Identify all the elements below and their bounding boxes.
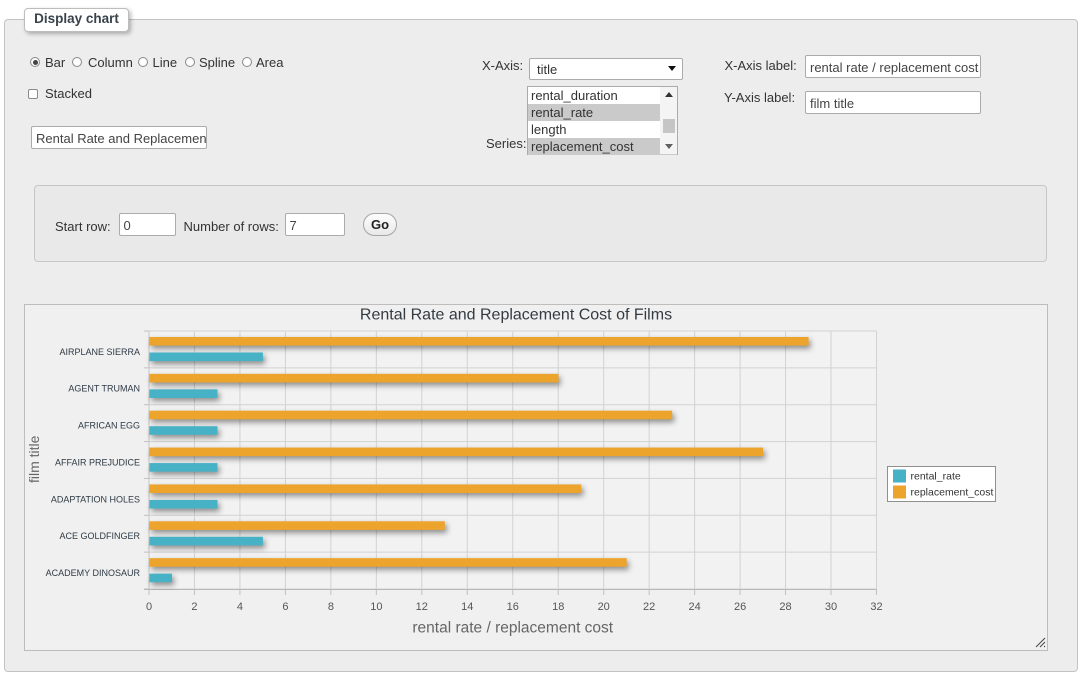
svg-text:Rental Rate and Replacement Co: Rental Rate and Replacement Cost of Film… [360, 307, 672, 324]
svg-text:0: 0 [146, 601, 152, 613]
svg-text:24: 24 [688, 601, 700, 613]
svg-text:10: 10 [370, 601, 382, 613]
svg-text:12: 12 [416, 601, 428, 613]
svg-text:AFRICAN EGG: AFRICAN EGG [78, 421, 140, 431]
svg-text:4: 4 [237, 601, 243, 613]
svg-text:rental_rate: rental_rate [911, 471, 961, 483]
svg-text:rental rate / replacement cost: rental rate / replacement cost [412, 620, 613, 637]
svg-text:14: 14 [461, 601, 473, 613]
svg-text:replacement_cost: replacement_cost [911, 487, 994, 499]
svg-text:28: 28 [779, 601, 791, 613]
svg-text:32: 32 [870, 601, 882, 613]
svg-text:2: 2 [191, 601, 197, 613]
svg-text:20: 20 [598, 601, 610, 613]
svg-text:AFFAIR PREJUDICE: AFFAIR PREJUDICE [55, 457, 140, 467]
svg-text:film title: film title [26, 435, 42, 483]
svg-text:30: 30 [825, 601, 837, 613]
svg-text:AGENT TRUMAN: AGENT TRUMAN [68, 384, 140, 394]
svg-text:ADAPTATION HOLES: ADAPTATION HOLES [51, 494, 140, 504]
svg-text:22: 22 [643, 601, 655, 613]
svg-text:26: 26 [734, 601, 746, 613]
svg-text:ACADEMY DINOSAUR: ACADEMY DINOSAUR [46, 568, 141, 578]
svg-text:18: 18 [552, 601, 564, 613]
svg-text:16: 16 [507, 601, 519, 613]
svg-text:8: 8 [328, 601, 334, 613]
svg-text:AIRPLANE SIERRA: AIRPLANE SIERRA [59, 347, 140, 357]
svg-text:ACE GOLDFINGER: ACE GOLDFINGER [59, 531, 140, 541]
svg-text:6: 6 [282, 601, 288, 613]
